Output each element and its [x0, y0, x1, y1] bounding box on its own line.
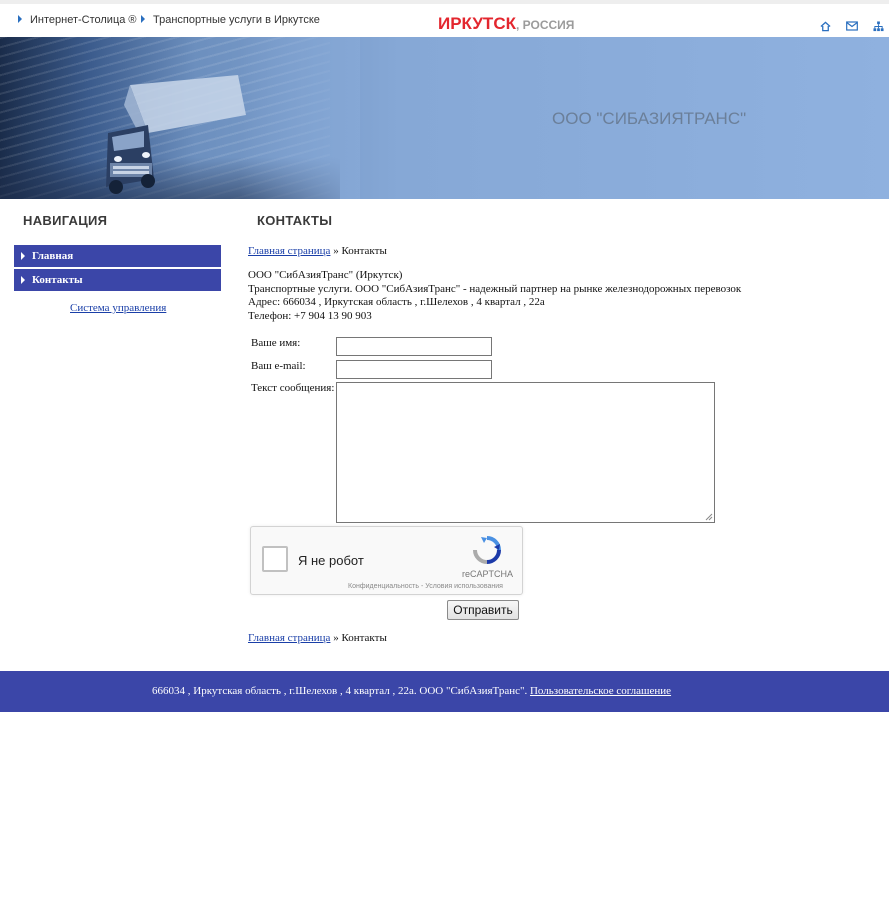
top-link-internet-capital[interactable]: Интернет-Столица ®	[18, 14, 137, 26]
recaptcha-brand: reCAPTCHA	[462, 569, 514, 579]
recaptcha-widget: Я не робот reCAPTCHA Конфиденциальность …	[250, 526, 523, 595]
recaptcha-checkbox[interactable]	[262, 546, 288, 572]
info-line: Транспортные услуги. ООО "СибАзияТранс" …	[248, 283, 742, 295]
triangle-right-icon	[141, 15, 145, 23]
city-title: ИРКУТСК, РОССИЯ	[438, 14, 575, 33]
message-textarea[interactable]	[336, 382, 715, 523]
triangle-right-icon	[18, 15, 22, 23]
mail-icon[interactable]	[846, 21, 858, 33]
header-banner: ООО "СИБАЗИЯТРАНС"	[0, 37, 889, 199]
resize-grip-icon[interactable]	[705, 513, 713, 521]
user-agreement-link[interactable]: Пользовательское соглашение	[530, 685, 671, 697]
recaptcha-terms[interactable]: Конфиденциальность - Условия использован…	[348, 583, 503, 590]
breadcrumb-home-link[interactable]: Главная страница	[248, 632, 330, 644]
breadcrumb: Главная страница » Контакты	[248, 245, 387, 257]
nav-heading: НАВИГАЦИЯ	[23, 213, 108, 228]
info-line: Адрес: 666034 , Иркутская область , г.Ше…	[248, 296, 545, 308]
cms-link[interactable]: Система управления	[70, 302, 166, 314]
top-link-transport-services[interactable]: Транспортные услуги в Иркутске	[141, 14, 320, 26]
recaptcha-logo-icon	[473, 536, 501, 564]
message-label: Текст сообщения:	[251, 382, 335, 394]
footer-text: 666034 , Иркутская область , г.Шелехов ,…	[152, 685, 672, 697]
sidebar-item-contacts[interactable]: Контакты	[14, 269, 221, 291]
breadcrumb-home-link[interactable]: Главная страница	[248, 245, 330, 257]
banner-fade	[240, 37, 360, 199]
home-icon[interactable]	[820, 21, 832, 33]
email-label: Ваш e-mail:	[251, 360, 306, 372]
sitemap-icon[interactable]	[873, 21, 885, 33]
name-input[interactable]	[336, 337, 492, 356]
sidebar-nav: Главная Контакты	[14, 245, 221, 293]
info-line: ООО "СибАзияТранс" (Иркутск)	[248, 269, 403, 281]
triangle-right-icon	[21, 276, 25, 284]
sidebar-item-home[interactable]: Главная	[14, 245, 221, 267]
top-bar: Интернет-Столица ® Транспортные услуги в…	[0, 4, 889, 37]
info-line: Телефон: +7 904 13 90 903	[248, 310, 372, 322]
footer: 666034 , Иркутская область , г.Шелехов ,…	[0, 671, 889, 712]
name-label: Ваше имя:	[251, 337, 301, 349]
breadcrumb-bottom: Главная страница » Контакты	[248, 632, 387, 644]
recaptcha-label: Я не робот	[298, 553, 364, 568]
triangle-right-icon	[21, 252, 25, 260]
truck-image	[106, 75, 246, 194]
content-heading: КОНТАКТЫ	[257, 213, 333, 228]
company-name: ООО "СИБАЗИЯТРАНС"	[552, 109, 747, 128]
email-input[interactable]	[336, 360, 492, 379]
submit-button[interactable]: Отправить	[447, 600, 519, 620]
